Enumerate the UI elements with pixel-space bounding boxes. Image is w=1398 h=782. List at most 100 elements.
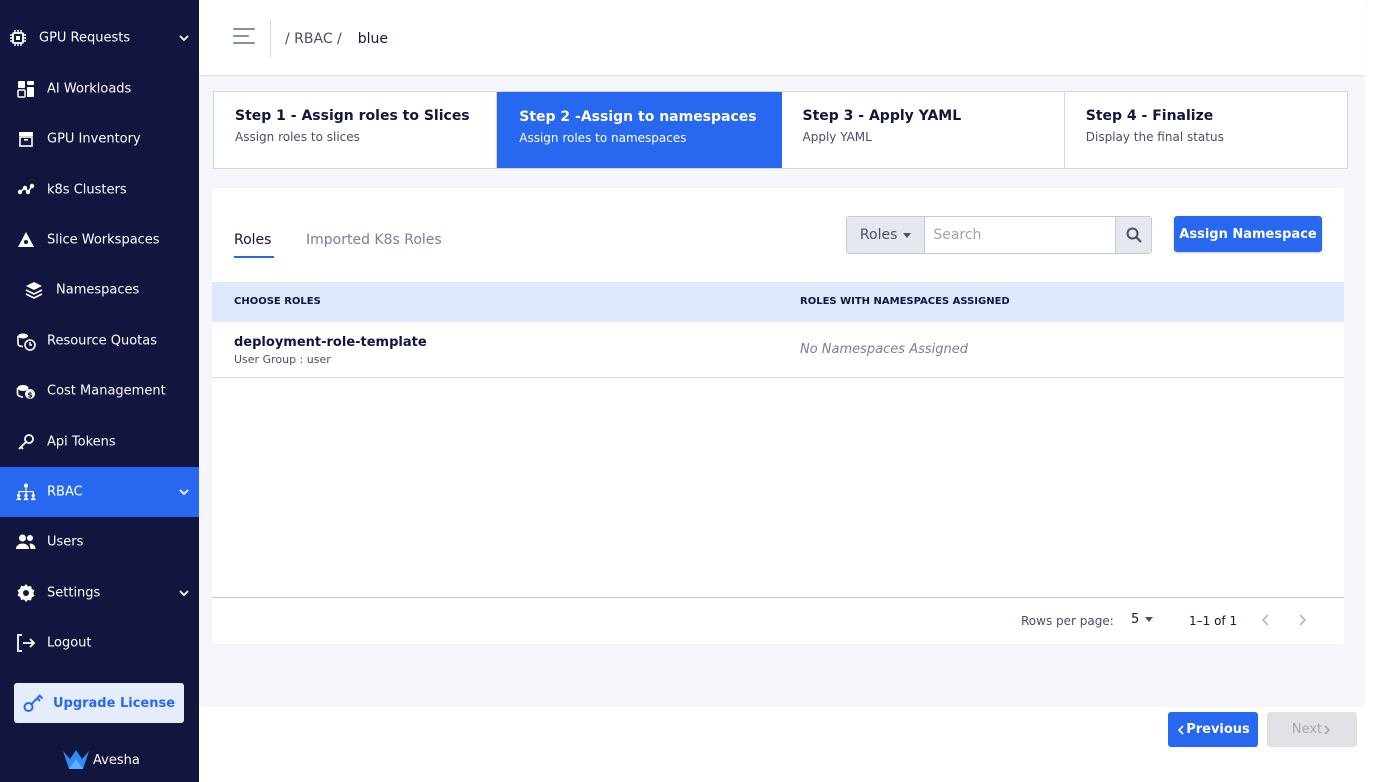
inventory-icon [16,129,36,149]
step-subtitle: Display the final status [1085,130,1224,144]
search-input[interactable] [925,217,1116,253]
sidebar-item-label: Settings [47,585,101,601]
dashboard-icon [16,79,36,99]
sidebar-item-gpu-inventory[interactable]: GPU Inventory [0,114,199,164]
upgrade-license-label: Upgrade License [52,695,176,711]
step-title: Step 1 - Assign roles to Slices [235,108,470,124]
sidebar-item-cost-management[interactable]: $ Cost Management [0,366,199,416]
chevron-right-icon [1324,724,1331,735]
rows-per-page-value: 5 [1131,612,1140,627]
step-1[interactable]: Step 1 - Assign roles to Slices Assign r… [214,92,498,168]
sidebar: GPU Requests AI Workloads GPU Inventory … [0,0,199,782]
key-icon [16,432,36,452]
role-user-group: User Group : user [234,353,331,366]
step-subtitle: Apply YAML [802,130,872,144]
search-icon [1126,227,1142,243]
users-icon [16,532,36,552]
search-filter-value: Roles [859,227,898,243]
step-title: Step 4 - Finalize [1085,108,1214,124]
sidebar-item-users[interactable]: Users [0,517,199,567]
slice-icon [16,230,36,250]
caret-down-icon [903,232,912,238]
sidebar-item-api-tokens[interactable]: Api Tokens [0,417,199,467]
logout-icon [16,633,36,653]
search-group: Roles [846,216,1152,254]
quota-icon [16,331,36,351]
chevron-down-icon [179,35,189,42]
search-filter-select[interactable]: Roles [847,217,926,253]
header-divider [270,20,271,57]
sidebar-item-label: Resource Quotas [47,333,158,349]
rbac-icon [16,482,36,502]
sidebar-item-slice-workspaces[interactable]: Slice Workspaces [0,215,199,265]
caret-down-icon [1145,617,1154,622]
table-header: CHOOSE ROLES ROLES WITH NAMESPACES ASSIG… [212,282,1344,322]
top-header: / RBAC / blue [199,0,1365,76]
breadcrumb: / RBAC / blue [285,31,388,47]
column-header-choose-roles: CHOOSE ROLES [234,296,321,307]
step-title: Step 2 -Assign to namespaces [519,109,757,125]
rows-per-page-select[interactable]: 5 [1131,612,1154,627]
sidebar-item-label: k8s Clusters [47,182,127,198]
sidebar-item-namespaces[interactable]: Namespaces [0,265,199,315]
sidebar-item-logout[interactable]: Logout [0,618,199,668]
rows-per-page-label: Rows per page: [1021,614,1114,628]
svg-text:$: $ [27,391,33,400]
sidebar-item-resource-quotas[interactable]: Resource Quotas [0,316,199,366]
sidebar-item-gpu-requests[interactable]: GPU Requests [0,13,199,63]
table-pagination: Rows per page: 5 1–1 of 1 [212,597,1344,644]
chevron-right-icon[interactable] [1294,612,1310,628]
sidebar-item-k8s-clusters[interactable]: k8s Clusters [0,165,199,215]
layers-icon [24,280,44,300]
chevron-left-icon [1178,724,1184,735]
sidebar-item-ai-workloads[interactable]: AI Workloads [0,64,199,114]
step-2[interactable]: Step 2 -Assign to namespaces Assign role… [497,92,782,168]
avesha-logo: Avesha [62,745,140,771]
crown-logo-icon [63,750,89,769]
sidebar-item-label: Cost Management [47,383,166,399]
table-row[interactable]: deployment-role-template User Group : us… [212,322,1344,378]
step-subtitle: Assign roles to slices [235,130,360,144]
sidebar-item-label: RBAC [47,484,83,500]
step-4[interactable]: Step 4 - Finalize Display the final stat… [1065,92,1347,168]
sidebar-item-label: GPU Requests [39,30,131,46]
role-name: deployment-role-template [234,335,427,350]
sidebar-item-label: AI Workloads [47,81,132,97]
cluster-icon [16,180,36,200]
step-title: Step 3 - Apply YAML [802,108,962,124]
tab-imported-k8s-roles[interactable]: Imported K8s Roles [306,232,442,248]
key-icon [23,694,44,712]
page-range: 1–1 of 1 [1189,614,1238,628]
next-button[interactable]: Next [1267,712,1357,747]
sidebar-item-rbac[interactable]: RBAC [0,467,199,517]
breadcrumb-current: blue [357,31,389,47]
logo-text: Avesha [93,753,140,768]
upgrade-license-button[interactable]: Upgrade License [14,683,184,723]
sidebar-item-label: Api Tokens [47,434,116,450]
chip-icon [8,28,28,48]
active-tab-indicator [234,256,274,258]
sidebar-item-label: GPU Inventory [47,131,141,147]
previous-button[interactable]: Previous [1168,712,1258,747]
sidebar-item-label: Logout [47,635,92,651]
sidebar-item-label: Users [47,534,84,550]
gear-icon [16,583,36,603]
coins-icon: $ [16,381,36,401]
breadcrumb-root[interactable]: / RBAC / [285,31,342,47]
assign-namespace-button[interactable]: Assign Namespace [1174,216,1322,252]
step-3[interactable]: Step 3 - Apply YAML Apply YAML [782,92,1065,168]
chevron-down-icon [179,489,189,496]
sidebar-item-label: Namespaces [56,282,140,298]
sidebar-item-label: Slice Workspaces [47,232,160,248]
tab-roles[interactable]: Roles [234,232,271,248]
sidebar-item-settings[interactable]: Settings [0,568,199,618]
roles-card: Roles Imported K8s Roles Roles Assign Na… [212,188,1344,644]
menu-icon[interactable] [233,28,257,50]
column-header-roles-with-namespaces: ROLES WITH NAMESPACES ASSIGNED [800,296,1010,307]
chevron-down-icon [179,590,189,597]
previous-label: Previous [1186,722,1250,737]
chevron-left-icon[interactable] [1258,612,1274,628]
assigned-namespaces: No Namespaces Assigned [800,342,968,357]
search-button[interactable] [1115,217,1151,253]
step-subtitle: Assign roles to namespaces [519,131,687,145]
